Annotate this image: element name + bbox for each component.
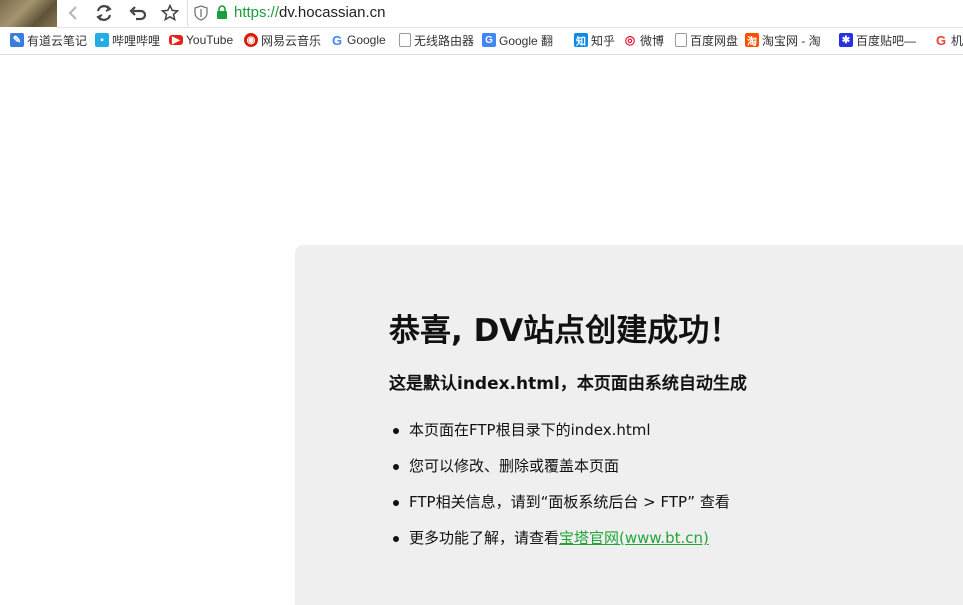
youtube-icon: ▶: [169, 35, 183, 46]
bookmark-label: 微博: [640, 33, 665, 48]
google-g-icon: G: [935, 32, 947, 48]
bookmark-google-translate[interactable]: G Google 翻: [482, 31, 553, 49]
page-icon: [399, 33, 411, 47]
bookmark-label: 知乎: [591, 33, 616, 48]
bilibili-icon: ▪: [95, 33, 109, 47]
tab-thumbnail[interactable]: [0, 0, 57, 27]
list-item: FTP相关信息，请到“面板系统后台 > FTP” 查看: [389, 490, 730, 526]
page-subtitle: 这是默认index.html，本页面由系统自动生成: [389, 374, 747, 394]
bookmark-youdao-note[interactable]: ✎ 有道云笔记: [10, 31, 87, 49]
bookmark-label: 百度贴吧—: [856, 33, 917, 48]
address-bar[interactable]: https://dv.hocassian.cn: [187, 0, 963, 26]
bookmark-zhihu[interactable]: 知 知乎: [574, 31, 615, 49]
bookmark-baidu-tieba[interactable]: ✱ 百度贴吧—: [839, 31, 916, 49]
bookmark-baidu-pan[interactable]: 百度网盘: [675, 31, 738, 49]
chevron-left-icon: [68, 6, 77, 20]
url-text[interactable]: https://dv.hocassian.cn: [234, 4, 385, 21]
bookmark-label: Google: [347, 33, 386, 47]
more-info-text: 更多功能了解，请查看: [409, 529, 560, 547]
bookmark-bilibili[interactable]: ▪ 哔哩哔哩: [95, 31, 160, 49]
list-item: 您可以修改、删除或覆盖本页面: [389, 454, 730, 490]
bookmark-label: 网易云音乐: [261, 33, 322, 48]
refresh-icon: [96, 5, 112, 21]
bookmark-label: YouTube: [186, 33, 234, 47]
bookmark-overflow[interactable]: G 机: [934, 31, 963, 49]
star-icon: [161, 4, 179, 22]
url-scheme: https://: [234, 4, 280, 21]
url-host: dv.hocassian.cn: [279, 4, 386, 21]
bookmark-label: 机: [951, 33, 963, 48]
youdao-note-icon: ✎: [10, 33, 24, 47]
google-translate-icon: G: [482, 33, 496, 47]
back-button[interactable]: [61, 2, 85, 24]
bookmark-label: 哔哩哔哩: [112, 33, 161, 48]
bookmark-star-button[interactable]: [158, 2, 182, 24]
bookmark-google[interactable]: G Google: [330, 31, 386, 49]
bookmark-label: 无线路由器: [414, 33, 475, 48]
zhihu-icon: 知: [574, 33, 588, 48]
page-title: 恭喜, DV站点创建成功！: [389, 313, 741, 349]
page-icon: [675, 33, 687, 47]
bookmark-weibo[interactable]: ◎ 微博: [623, 31, 664, 49]
shield-icon[interactable]: [194, 5, 208, 21]
bookmark-router[interactable]: 无线路由器: [399, 31, 474, 49]
netease-music-icon: ◉: [244, 33, 258, 47]
bt-official-link[interactable]: 宝塔官网(www.bt.cn): [559, 529, 709, 547]
bookmark-taobao[interactable]: 淘 淘宝网 - 淘: [745, 31, 821, 49]
list-item-more: 更多功能了解，请查看宝塔官网(www.bt.cn): [389, 526, 730, 562]
browser-chrome: https://dv.hocassian.cn ✎ 有道云笔记 ▪ 哔哩哔哩 ▶…: [0, 0, 963, 55]
bookmark-youtube[interactable]: ▶ YouTube: [169, 31, 233, 49]
bookmark-label: Google 翻: [499, 33, 554, 48]
lock-icon[interactable]: [216, 5, 228, 20]
refresh-button[interactable]: [92, 2, 116, 24]
weibo-icon: ◎: [624, 33, 636, 47]
list-item: 本页面在FTP根目录下的index.html: [389, 418, 730, 454]
bookmark-label: 淘宝网 - 淘: [762, 33, 821, 48]
undo-icon: [129, 6, 146, 21]
toolbar: https://dv.hocassian.cn: [57, 0, 963, 28]
google-icon: G: [331, 32, 343, 48]
baidu-tieba-icon: ✱: [839, 33, 853, 47]
bookmarks-bar: ✎ 有道云笔记 ▪ 哔哩哔哩 ▶ YouTube ◉ 网易云音乐 G Googl…: [0, 28, 963, 53]
taobao-icon: 淘: [745, 33, 759, 48]
bookmark-label: 有道云笔记: [27, 33, 88, 48]
bookmark-label: 百度网盘: [690, 33, 739, 48]
bookmark-netease-music[interactable]: ◉ 网易云音乐: [244, 31, 321, 49]
undo-button[interactable]: [125, 2, 149, 24]
info-list: 本页面在FTP根目录下的index.html 您可以修改、删除或覆盖本页面 FT…: [389, 418, 730, 562]
